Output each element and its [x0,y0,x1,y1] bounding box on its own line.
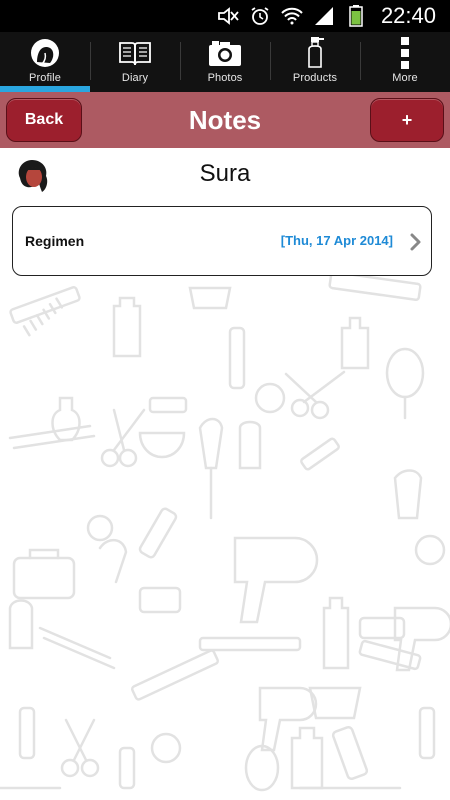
note-item[interactable]: Regimen [Thu, 17 Apr 2014] [12,206,432,276]
tab-products[interactable]: Products [270,32,360,92]
note-date: [Thu, 17 Apr 2014] [280,233,393,248]
chevron-right-icon [409,232,423,252]
status-bar: 22:40 [0,0,450,32]
tab-label: Products [292,72,338,84]
mute-icon [217,6,239,26]
tab-diary[interactable]: Diary [90,32,180,92]
tab-label: Photos [207,72,243,84]
book-icon [118,38,152,68]
camera-icon [208,38,242,68]
alarm-icon [249,6,271,26]
tab-more[interactable]: More [360,32,450,92]
add-note-button[interactable]: + [370,98,444,142]
back-button[interactable]: Back [6,98,82,142]
title-bar: Notes Back + [0,92,450,148]
notes-content: Sura Regimen [Thu, 17 Apr 2014] [0,148,450,800]
spray-bottle-icon [298,37,332,68]
profile-name: Sura [199,160,251,187]
profile-icon [28,38,62,68]
battery-icon [345,5,367,27]
profile-row: Sura [0,148,450,204]
wifi-icon [281,6,303,26]
note-label: Regimen [25,233,85,249]
tab-label: Profile [29,72,61,84]
tab-label: More [392,72,418,84]
more-vertical-icon [388,37,422,69]
tab-bar: Profile Diary Photos Products More [0,32,450,92]
status-time: 22:40 [380,3,436,28]
tab-label: Diary [121,72,149,84]
tab-profile[interactable]: Profile [0,32,90,92]
signal-icon [313,6,335,26]
tab-photos[interactable]: Photos [180,32,270,92]
